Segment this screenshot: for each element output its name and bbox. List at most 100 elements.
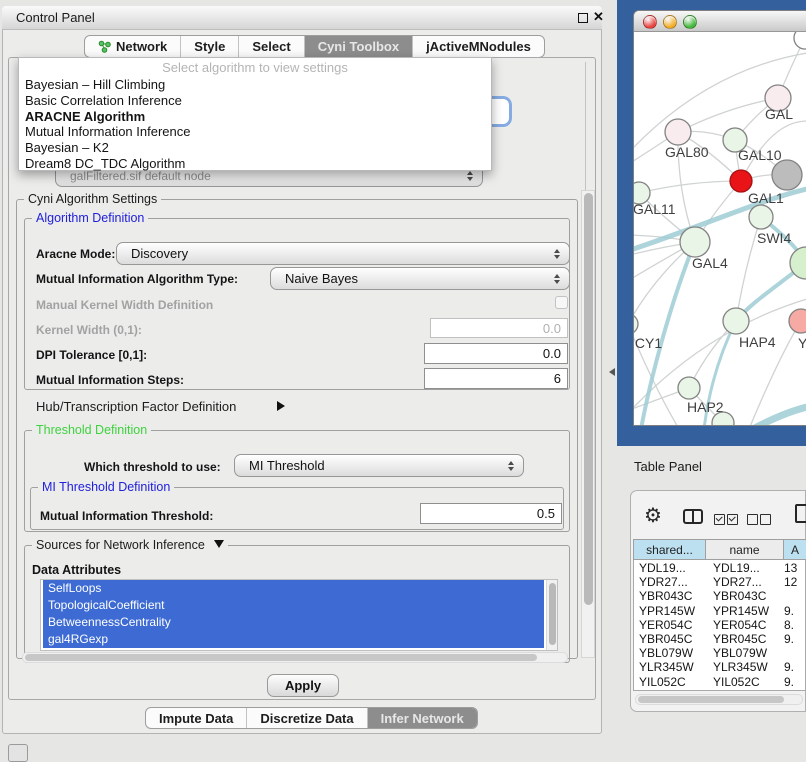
sources-horizontal-scrollbar-thumb[interactable]: [25, 654, 537, 661]
algorithm-option[interactable]: Dream8 DC_TDC Algorithm: [19, 156, 491, 172]
table-row[interactable]: YDR27...YDR27...12: [634, 575, 806, 589]
kernel-width-field[interactable]: 0.0: [430, 318, 568, 338]
splitpane-collapse-icon[interactable]: [609, 368, 615, 376]
hide-unchecked-column-icon[interactable]: [747, 514, 758, 525]
combo-arrows-icon: [554, 249, 560, 259]
dpi-tolerance-field[interactable]: 0.0: [424, 343, 568, 364]
aracne-mode-combobox[interactable]: Discovery: [116, 242, 570, 265]
tab-network[interactable]: Network: [85, 36, 181, 57]
settings-scrollbar-thumb[interactable]: [584, 193, 593, 605]
network-node-label: GAL4: [692, 255, 728, 271]
manual-kernel-width-label: Manual Kernel Width Definition: [36, 298, 213, 312]
network-node[interactable]: [772, 160, 802, 190]
table-row[interactable]: YDL19...YDL19...13: [634, 561, 806, 575]
network-node-hap4[interactable]: [723, 308, 749, 334]
dock-panel-icon[interactable]: [8, 744, 28, 762]
sources-expander[interactable]: Sources for Network Inference: [32, 539, 228, 552]
network-edge[interactable]: [639, 181, 741, 193]
attribute-list-item[interactable]: BetweennessCentrality: [43, 614, 544, 631]
algorithm-option[interactable]: Basic Correlation Inference: [19, 93, 491, 109]
network-node-gal1[interactable]: [730, 170, 752, 192]
table-horizontal-scrollbar-thumb[interactable]: [638, 696, 784, 703]
combo-arrows-icon: [554, 274, 560, 284]
table-cell: 9.: [784, 604, 806, 618]
network-node-hap2[interactable]: [678, 377, 700, 399]
network-node-gcy1[interactable]: [634, 314, 638, 334]
close-icon[interactable]: ✕: [593, 9, 604, 25]
column-header-name[interactable]: name: [705, 539, 784, 560]
network-node-gal80[interactable]: [665, 119, 691, 145]
column-header-shared-name[interactable]: shared...: [633, 539, 706, 560]
tab-label: Impute Data: [159, 711, 233, 726]
network-canvas[interactable]: GALGAL80GAL10GAL1GAL11SWI4GAL4GCY1HAP4YH…: [634, 32, 806, 426]
aracne-mode-value: Discovery: [117, 246, 554, 261]
tab-cyni-toolbox[interactable]: Cyni Toolbox: [305, 36, 413, 57]
table-row[interactable]: YBR045CYBR045C9.: [634, 632, 806, 646]
table-cell: YIL052C: [706, 675, 784, 687]
network-node-label: GAL: [765, 106, 793, 122]
tab-impute-data[interactable]: Impute Data: [146, 708, 247, 728]
float-window-icon[interactable]: [578, 13, 588, 23]
minimize-traffic-light-icon[interactable]: [663, 15, 677, 29]
attribute-list-scrollbar[interactable]: [546, 580, 557, 650]
algorithm-option[interactable]: ARACNE Algorithm: [19, 109, 491, 125]
network-node-swi4[interactable]: [749, 205, 773, 229]
apply-button[interactable]: Apply: [267, 674, 339, 697]
manual-kernel-width-checkbox[interactable]: [555, 296, 568, 309]
attribute-list-item[interactable]: TopologicalCoefficient: [43, 597, 544, 614]
network-node-y[interactable]: [789, 309, 806, 333]
tab-style[interactable]: Style: [181, 36, 239, 57]
expander-expanded-icon: [214, 540, 224, 548]
hub-definition-expander[interactable]: Hub/Transcription Factor Definition: [36, 399, 236, 414]
column-header-partial[interactable]: A: [783, 539, 806, 560]
table-row[interactable]: YPR145WYPR145W9.: [634, 604, 806, 618]
network-node-label: Y: [798, 335, 806, 351]
hide-unchecked-column-icon[interactable]: [760, 514, 771, 525]
table-row[interactable]: YBL079WYBL079W: [634, 646, 806, 660]
network-icon: [98, 40, 111, 53]
attribute-list-item[interactable]: gal4RGexp: [43, 631, 544, 648]
tab-discretize-data[interactable]: Discretize Data: [247, 708, 367, 728]
mi-steps-field[interactable]: 6: [424, 368, 568, 389]
control-panel-title: Control Panel: [16, 6, 95, 30]
attribute-list-scrollbar-thumb[interactable]: [549, 583, 556, 645]
network-edge-highlighted[interactable]: [753, 407, 806, 426]
show-checked-column-icon[interactable]: [727, 514, 738, 525]
control-panel-titlebar: Control Panel: [2, 6, 602, 30]
tab-infer-network[interactable]: Infer Network: [368, 708, 477, 728]
table-row[interactable]: YIL052CYIL052C9.: [634, 675, 806, 688]
expander-collapsed-icon[interactable]: [277, 401, 285, 411]
table-header-row: shared... name A: [633, 539, 806, 560]
zoom-traffic-light-icon[interactable]: [683, 15, 697, 29]
mi-threshold-field[interactable]: 0.5: [420, 503, 562, 524]
algorithm-option[interactable]: Bayesian – Hill Climbing: [19, 77, 491, 93]
table-row[interactable]: YBR043CYBR043C: [634, 589, 806, 603]
table-row[interactable]: YER054CYER054C8.: [634, 618, 806, 632]
sources-horizontal-scrollbar[interactable]: [22, 652, 568, 663]
algorithm-option[interactable]: Mutual Information Inference: [19, 124, 491, 140]
mi-algorithm-type-combobox[interactable]: Naive Bayes: [270, 267, 570, 290]
gear-icon[interactable]: ⚙: [644, 503, 662, 528]
network-view-window: GALGAL80GAL10GAL1GAL11SWI4GAL4GCY1HAP4YH…: [633, 10, 806, 426]
which-threshold-combobox[interactable]: MI Threshold: [234, 454, 524, 477]
columns-icon[interactable]: [683, 509, 703, 524]
show-checked-column-icon[interactable]: [714, 514, 725, 525]
data-attributes-list[interactable]: SelfLoopsTopologicalCoefficientBetweenne…: [40, 579, 558, 651]
tab-jactivemnodules[interactable]: jActiveMNodules: [413, 36, 544, 57]
attribute-list-item[interactable]: SelfLoops: [43, 580, 544, 597]
close-traffic-light-icon[interactable]: [643, 15, 657, 29]
algorithm-option[interactable]: Bayesian – K2: [19, 140, 491, 156]
network-node-label: GAL11: [634, 201, 676, 217]
network-window-titlebar[interactable]: [634, 11, 806, 32]
settings-scrollbar[interactable]: [581, 190, 595, 658]
network-edge[interactable]: [678, 98, 778, 132]
table-horizontal-scrollbar[interactable]: [635, 694, 803, 705]
algorithm-dropdown-prompt: Select algorithm to view settings: [19, 58, 491, 77]
network-node-gal4[interactable]: [680, 227, 710, 257]
group-title: Algorithm Definition: [32, 212, 148, 225]
network-node-label: HAP4: [739, 334, 776, 350]
network-node[interactable]: [794, 32, 806, 49]
tab-select[interactable]: Select: [239, 36, 304, 57]
table-row[interactable]: YLR345WYLR345W9.: [634, 660, 806, 674]
export-table-icon[interactable]: [795, 504, 806, 523]
